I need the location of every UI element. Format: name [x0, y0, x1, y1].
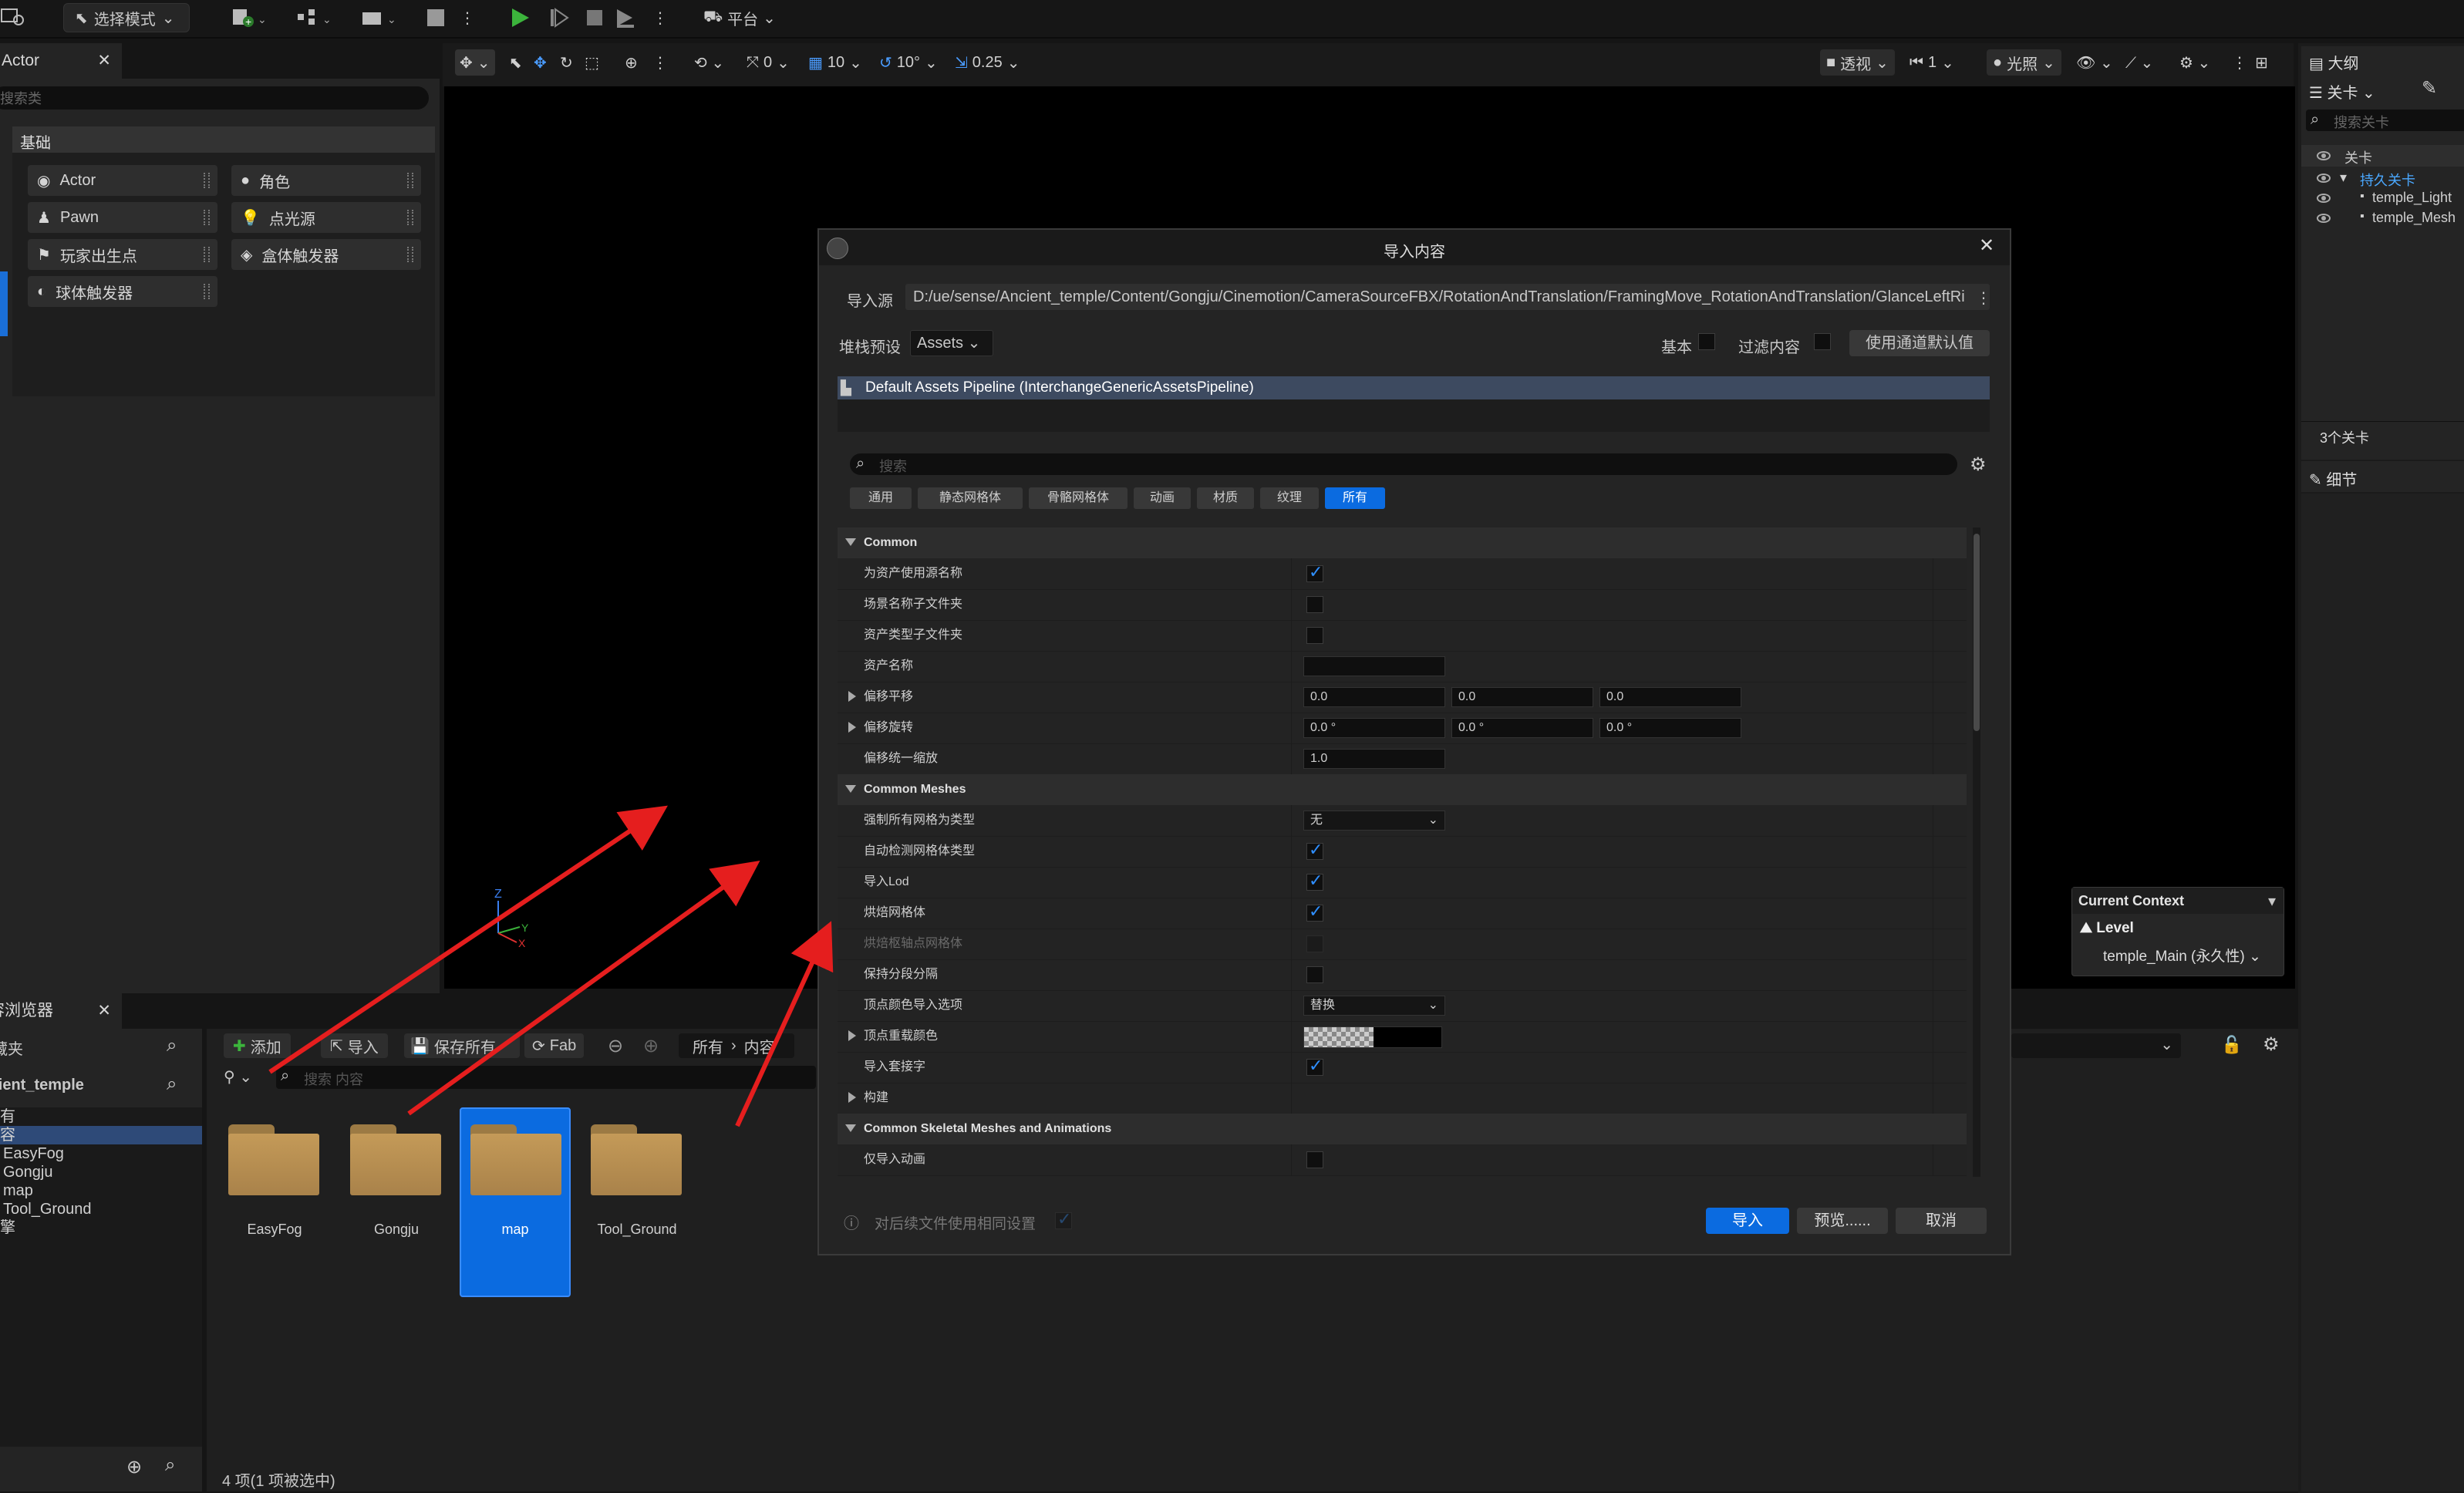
arrow — [268, 805, 668, 1074]
arrow — [735, 921, 834, 1127]
annotation-arrows — [268, 805, 834, 1127]
arrow — [407, 860, 760, 1116]
